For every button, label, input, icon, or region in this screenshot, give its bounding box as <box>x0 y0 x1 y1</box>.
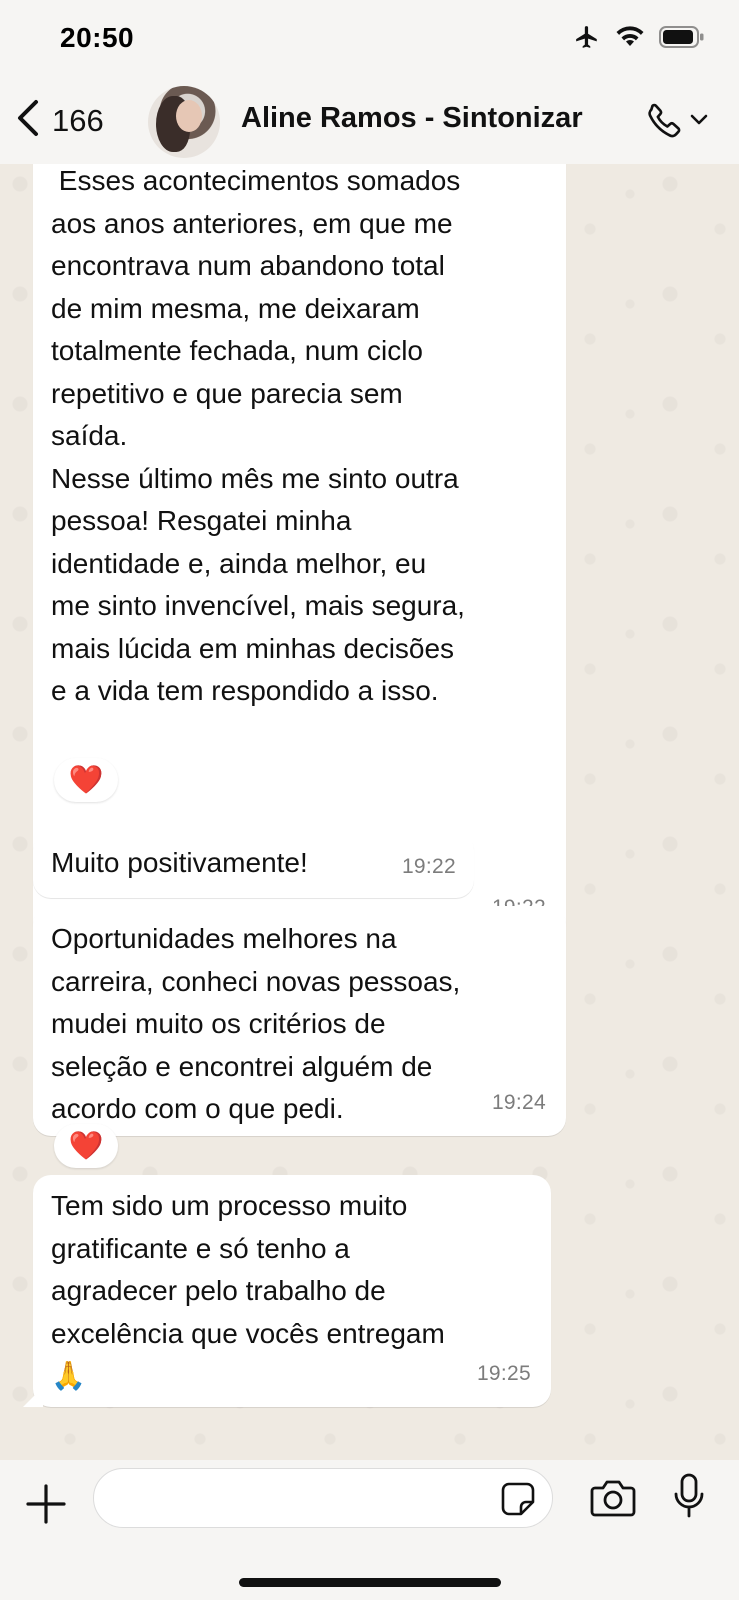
back-button[interactable]: 166 <box>14 98 104 143</box>
message-bubble[interactable]: Oportunidades melhores na carreira, conh… <box>33 906 566 1136</box>
call-button[interactable] <box>645 100 709 145</box>
camera-button[interactable] <box>590 1478 636 1523</box>
input-bar <box>0 1460 739 1600</box>
status-bar: 20:50 <box>0 0 739 80</box>
attach-button[interactable] <box>26 1484 66 1524</box>
message-text: Tem sido um processo muito gratificante … <box>51 1190 445 1391</box>
message-input[interactable] <box>116 1469 476 1527</box>
message-text: Muito positivamente! <box>51 847 308 878</box>
message-bubble[interactable]: Esses acontecimentos somados aos anos an… <box>33 164 566 941</box>
home-indicator <box>239 1578 501 1587</box>
message-time: 19:22 <box>401 854 456 878</box>
sticker-button[interactable] <box>500 1481 536 1517</box>
airplane-icon <box>573 24 601 50</box>
reaction-badge[interactable]: ❤️ <box>54 758 118 802</box>
message-time: 19:25 <box>476 1361 531 1385</box>
message-text: Esses acontecimentos somados aos anos an… <box>51 165 465 706</box>
unread-count: 166 <box>52 102 104 138</box>
message-text: Oportunidades melhores na carreira, conh… <box>51 923 461 1124</box>
plus-icon <box>26 1484 66 1528</box>
message-bubble[interactable]: Tem sido um processo muito gratificante … <box>33 1175 551 1407</box>
microphone-icon <box>672 1473 706 1524</box>
chat-header: 166 Aline Ramos - Sintonizar <box>0 80 739 164</box>
avatar[interactable] <box>148 86 220 158</box>
camera-icon <box>590 1480 636 1522</box>
phone-icon <box>645 100 685 145</box>
status-time: 20:50 <box>60 22 135 53</box>
heart-icon: ❤️ <box>68 1130 104 1161</box>
status-icons <box>573 24 705 50</box>
message-input-container[interactable] <box>93 1468 553 1528</box>
sticker-icon <box>500 1482 536 1521</box>
message-bubble[interactable]: Muito positivamente! 19:22 <box>33 832 474 898</box>
chevron-down-icon <box>689 113 709 132</box>
chat-area[interactable]: Esses acontecimentos somados aos anos an… <box>0 164 739 1460</box>
battery-icon <box>659 25 705 49</box>
back-chevron-icon <box>14 98 42 143</box>
message-time: 19:24 <box>491 1090 546 1114</box>
wifi-icon <box>615 26 645 48</box>
contact-name[interactable]: Aline Ramos - Sintonizar <box>241 102 583 135</box>
reaction-badge[interactable]: ❤️ <box>54 1124 118 1168</box>
microphone-button[interactable] <box>672 1472 706 1525</box>
heart-icon: ❤️ <box>68 764 104 795</box>
